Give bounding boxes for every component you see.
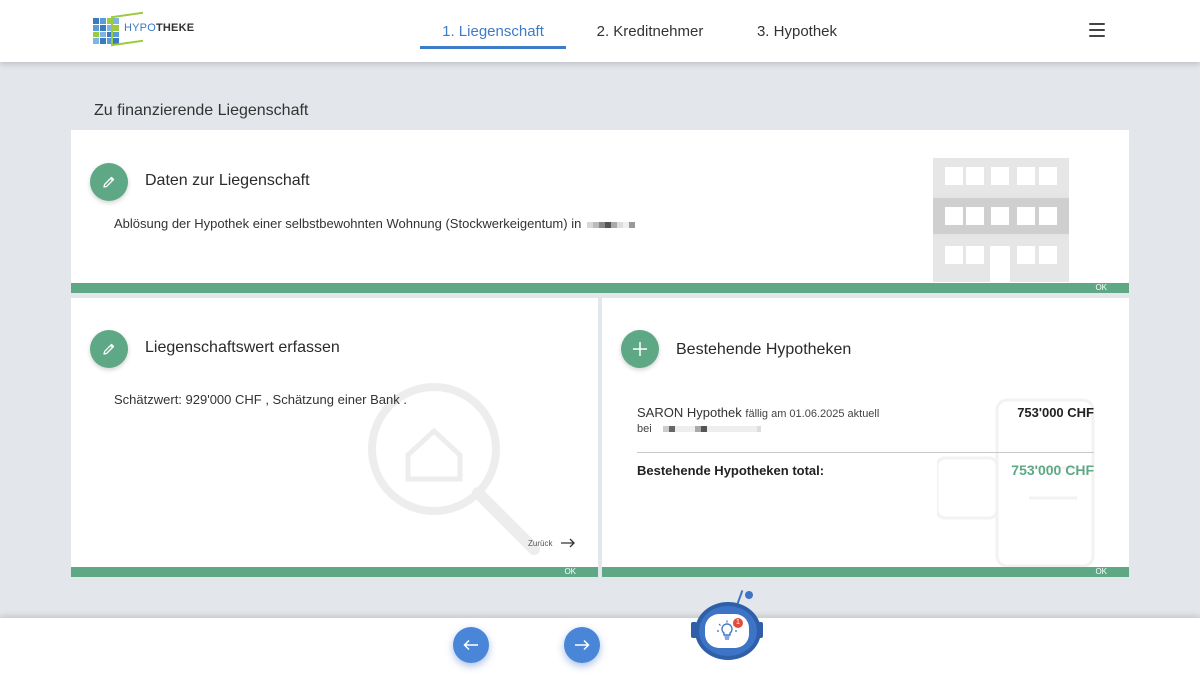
plus-icon	[633, 342, 647, 356]
mortgages-card-title: Bestehende Hypotheken	[676, 341, 852, 358]
status-bar: OK	[71, 283, 1129, 293]
edit-value-button[interactable]	[90, 330, 128, 368]
divider	[637, 452, 1094, 453]
tab-liegenschaft[interactable]: 1. Liegenschaft	[420, 0, 566, 62]
value-description: Schätzwert: 929'000 CHF , Schätzung eine…	[114, 392, 407, 407]
property-data-card: Daten zur Liegenschaft Ablösung der Hypo…	[71, 130, 1129, 293]
pencil-icon	[103, 343, 115, 355]
back-link[interactable]: Zurück	[528, 538, 576, 548]
arrow-right-icon	[561, 538, 576, 548]
tab-kreditnehmer[interactable]: 2. Kreditnehmer	[566, 0, 734, 62]
status-ok-label: OK	[564, 567, 576, 576]
property-card-title: Daten zur Liegenschaft	[145, 172, 310, 189]
mortgages-total-label: Bestehende Hypotheken total:	[637, 463, 825, 478]
logo-text: HYPOTHEKE	[124, 22, 195, 34]
tab-hypothek[interactable]: 3. Hypothek	[734, 0, 860, 62]
bot-antenna	[736, 590, 744, 604]
mortgages-total-amount: 753'000 CHF	[1011, 462, 1094, 478]
value-card-title: Liegenschaftswert erfassen	[145, 339, 340, 356]
previous-step-button[interactable]	[453, 627, 489, 663]
hamburger-menu-icon[interactable]	[1089, 23, 1105, 37]
add-mortgage-button[interactable]	[621, 330, 659, 368]
property-description: Ablösung der Hypothek einer selbstbewohn…	[114, 216, 635, 231]
step-navigation: 1. Liegenschaft 2. Kreditnehmer 3. Hypot…	[420, 0, 860, 62]
mortgage-list-item[interactable]: SARON Hypothek fällig am 01.06.2025 aktu…	[637, 405, 1094, 435]
edit-property-button[interactable]	[90, 163, 128, 201]
bot-antenna-ball	[745, 591, 753, 599]
status-ok-label: OK	[1095, 283, 1107, 292]
property-value-card: Liegenschaftswert erfassen Schätzwert: 9…	[71, 298, 598, 577]
building-illustration-icon	[933, 158, 1069, 282]
top-header: HYPOTHEKE 1. Liegenschaft 2. Kreditnehme…	[0, 0, 1200, 62]
redacted-lender	[662, 423, 761, 435]
status-bar: OK	[602, 567, 1129, 577]
status-bar: OK	[71, 567, 598, 577]
status-ok-label: OK	[1095, 567, 1107, 576]
mortgage-amount: 753'000 CHF	[1017, 405, 1094, 420]
bottom-navigation-bar	[0, 618, 1200, 676]
bot-face	[705, 614, 749, 648]
mortgage-lender: bei	[637, 423, 1094, 435]
magnifier-house-illustration-icon	[368, 383, 540, 555]
notification-badge: 1	[733, 618, 743, 628]
arrow-left-icon	[463, 639, 478, 651]
page-title: Zu finanzierende Liegenschaft	[94, 102, 309, 119]
existing-mortgages-card: Bestehende Hypotheken SARON Hypothek fäl…	[602, 298, 1129, 577]
next-step-button[interactable]	[564, 627, 600, 663]
back-link-label: Zurück	[528, 538, 553, 548]
arrow-right-icon	[575, 639, 590, 651]
assistant-bot-button[interactable]: 1	[691, 590, 763, 662]
redacted-location	[586, 216, 635, 231]
pencil-icon	[103, 176, 115, 188]
